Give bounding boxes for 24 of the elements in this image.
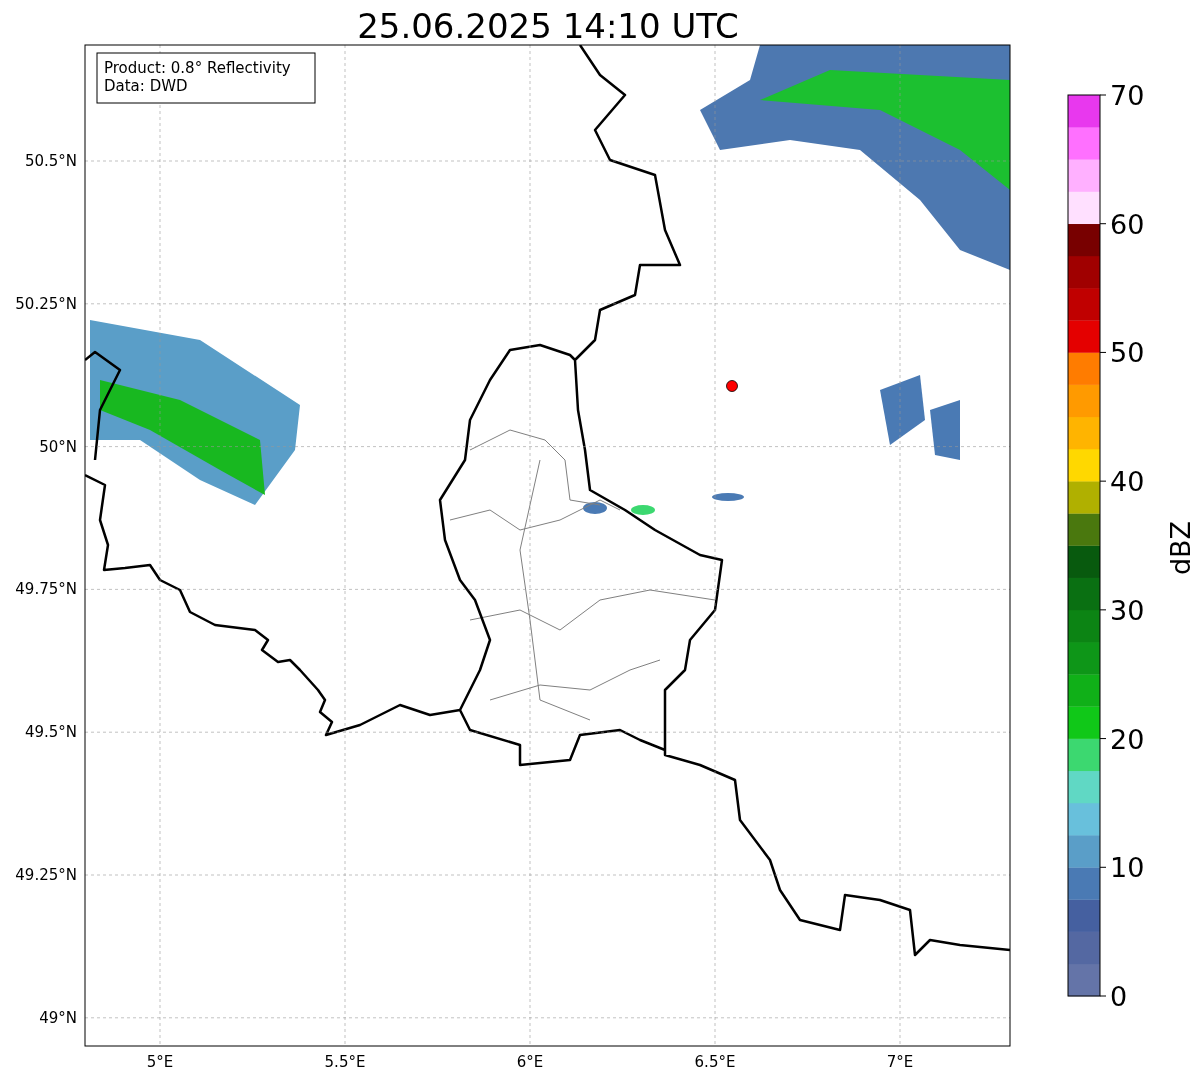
latitude-label: 50.25°N [15,294,77,313]
colorbar-tick-label: 70 [1110,80,1145,111]
longitude-label: 5.5°E [324,1053,366,1071]
colorbar-tick-label: 10 [1110,852,1145,884]
info-text: Data: DWD [104,77,188,95]
colorbar-tick-label: 60 [1110,208,1145,240]
colorbar-tick-label: 50 [1110,337,1145,369]
latitude-label: 49.25°N [15,866,77,884]
longitude-label: 7°E [886,1053,914,1071]
colorbar-tick-label: 20 [1110,723,1145,755]
longitude-label: 6.5°E [694,1053,736,1071]
info-text: Product: 0.8° Reflectivity [104,59,291,77]
latitude-label: 49.5°N [24,723,77,742]
colorbar-title: dBZ [1165,520,1196,576]
longitude-label: 6°E [516,1053,544,1071]
colorbar-tick-label: 40 [1110,466,1145,498]
colorbar-tick-label: 30 [1110,594,1145,626]
chart-title: 25.06.2025 14:10 UTC [357,6,739,46]
latitude-label: 50°N [39,437,77,456]
colorbar-tick-label: 0 [1110,981,1128,1012]
latitude-label: 50.5°N [24,152,77,170]
latitude-label: 49°N [39,1008,77,1027]
longitude-label: 5°E [146,1053,174,1071]
latitude-label: 49.75°N [15,580,77,599]
